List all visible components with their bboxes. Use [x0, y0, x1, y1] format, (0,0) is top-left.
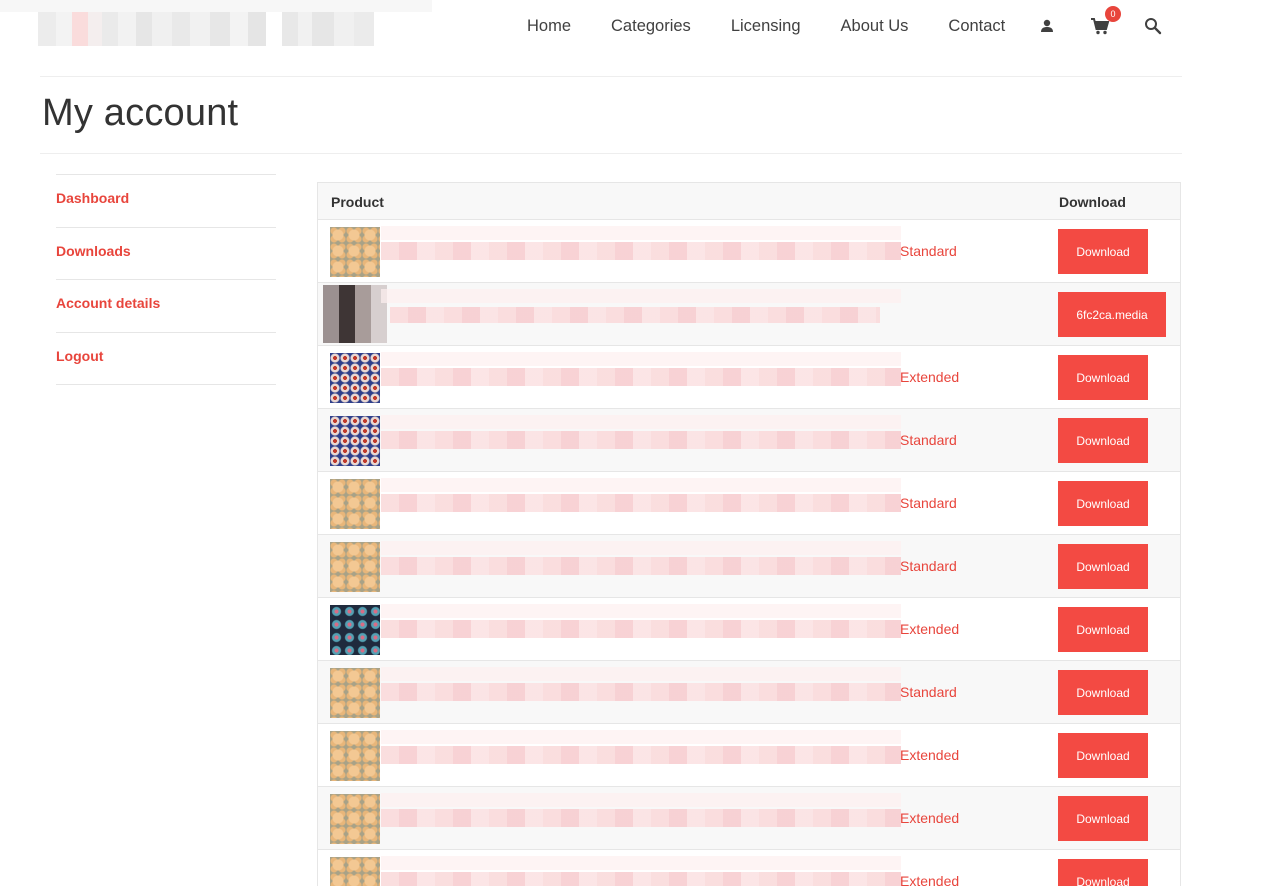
page-title: My account: [42, 92, 239, 134]
download-button[interactable]: Download: [1058, 229, 1148, 274]
table-row: Extended Download: [318, 850, 1180, 886]
nav-icons: 0: [1036, 6, 1195, 44]
download-button[interactable]: Download: [1058, 418, 1148, 463]
cart-count-badge: 0: [1105, 6, 1121, 22]
product-name-redacted-top: [381, 226, 901, 240]
product-name-redacted[interactable]: [381, 242, 901, 260]
product-name-redacted-top: [381, 604, 901, 618]
product-name-redacted[interactable]: [381, 368, 901, 386]
product-name-redacted-top: [381, 667, 901, 681]
sidebar-divider: [56, 384, 276, 385]
table-row: Standard Download: [318, 472, 1180, 535]
sidebar-item-dashboard[interactable]: Dashboard: [56, 174, 276, 227]
table-row: Extended Download: [318, 346, 1180, 409]
product-name-redacted[interactable]: [381, 431, 901, 449]
sidebar-item-account-details[interactable]: Account details: [56, 279, 276, 332]
table-row: Standard Download: [318, 661, 1180, 724]
download-button[interactable]: Download: [1058, 544, 1148, 589]
column-header-download: Download: [1059, 194, 1126, 210]
nav-about-us[interactable]: About Us: [821, 8, 929, 44]
download-button[interactable]: Download: [1058, 859, 1148, 886]
table-row: Extended Download: [318, 724, 1180, 787]
license-type-link[interactable]: Extended: [900, 747, 959, 763]
product-name-redacted-top: [381, 289, 901, 303]
product-name-redacted[interactable]: [381, 872, 901, 886]
download-button[interactable]: Download: [1058, 733, 1148, 778]
product-name-redacted[interactable]: [381, 494, 901, 512]
product-name-redacted[interactable]: [381, 809, 901, 827]
product-name-redacted[interactable]: [381, 557, 901, 575]
license-type-link[interactable]: Standard: [900, 558, 957, 574]
table-body: Standard Download 6fc2ca.media Extended Down…: [318, 220, 1180, 886]
header-divider: [40, 76, 1182, 77]
product-name-redacted[interactable]: [390, 307, 880, 323]
product-name-redacted-top: [381, 352, 901, 366]
table-row: Extended Download: [318, 598, 1180, 661]
logo-strip: [0, 0, 432, 12]
download-button[interactable]: Download: [1058, 796, 1148, 841]
column-header-product: Product: [331, 194, 384, 210]
table-row: Standard Download: [318, 409, 1180, 472]
search-icon[interactable]: [1142, 15, 1164, 37]
product-name-redacted-top: [381, 415, 901, 429]
table-row: Extended Download: [318, 787, 1180, 850]
table-row: Standard Download: [318, 220, 1180, 283]
product-thumbnail[interactable]: [330, 794, 380, 844]
main-nav: Home Categories Licensing About Us Conta…: [507, 8, 1025, 44]
product-thumbnail[interactable]: [330, 605, 380, 655]
table-row: Standard Download: [318, 535, 1180, 598]
download-button[interactable]: 6fc2ca.media: [1058, 292, 1166, 337]
download-button[interactable]: Download: [1058, 355, 1148, 400]
download-button[interactable]: Download: [1058, 607, 1148, 652]
license-type-link[interactable]: Extended: [900, 873, 959, 886]
table-row: 6fc2ca.media: [318, 283, 1180, 346]
product-thumbnail[interactable]: [330, 542, 380, 592]
product-thumbnail[interactable]: [330, 227, 380, 277]
product-thumbnail[interactable]: [330, 668, 380, 718]
product-name-redacted[interactable]: [381, 620, 901, 638]
product-name-redacted-top: [381, 478, 901, 492]
table-header: Product Download: [318, 183, 1180, 220]
page: Home Categories Licensing About Us Conta…: [0, 0, 1279, 886]
nav-home[interactable]: Home: [507, 8, 591, 44]
license-type-link[interactable]: Extended: [900, 810, 959, 826]
product-name-redacted-top: [381, 730, 901, 744]
downloads-table: Product Download Standard Download 6fc2ca.…: [317, 182, 1181, 886]
product-name-redacted-top: [381, 541, 901, 555]
license-type-link[interactable]: Extended: [900, 621, 959, 637]
license-type-link[interactable]: Standard: [900, 432, 957, 448]
site-logo[interactable]: [38, 12, 408, 46]
nav-licensing[interactable]: Licensing: [711, 8, 821, 44]
title-divider: [40, 153, 1182, 154]
license-type-link[interactable]: Standard: [900, 495, 957, 511]
download-button[interactable]: Download: [1058, 481, 1148, 526]
account-sidebar: Dashboard Downloads Account details Logo…: [56, 174, 276, 385]
product-thumbnail[interactable]: [330, 731, 380, 781]
license-type-link[interactable]: Standard: [900, 243, 957, 259]
sidebar-item-logout[interactable]: Logout: [56, 331, 276, 385]
product-thumbnail[interactable]: [323, 285, 387, 343]
license-type-link[interactable]: Standard: [900, 684, 957, 700]
product-thumbnail[interactable]: [330, 857, 380, 886]
product-thumbnail[interactable]: [330, 416, 380, 466]
cart-icon[interactable]: 0: [1089, 6, 1121, 37]
sidebar-item-downloads[interactable]: Downloads: [56, 226, 276, 280]
user-icon[interactable]: [1036, 15, 1058, 37]
product-thumbnail[interactable]: [330, 479, 380, 529]
product-name-redacted-top: [381, 856, 901, 870]
product-name-redacted[interactable]: [381, 683, 901, 701]
product-thumbnail[interactable]: [330, 353, 380, 403]
download-button[interactable]: Download: [1058, 670, 1148, 715]
product-name-redacted[interactable]: [381, 746, 901, 764]
product-name-redacted-top: [381, 793, 901, 807]
license-type-link[interactable]: Extended: [900, 369, 959, 385]
nav-contact[interactable]: Contact: [928, 8, 1025, 44]
nav-categories[interactable]: Categories: [591, 8, 711, 44]
